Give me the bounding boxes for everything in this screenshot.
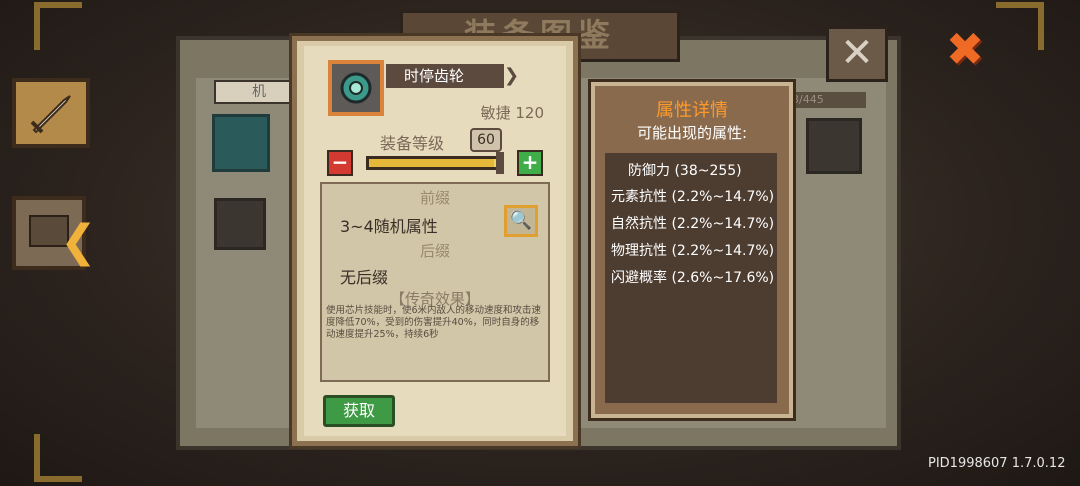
level-decrease-button[interactable]: − bbox=[327, 150, 353, 176]
chevron-left-icon[interactable]: ❮ bbox=[60, 220, 97, 264]
attribute-panel-title: 属性详情 bbox=[656, 100, 728, 121]
attribute-row: 闪避概率 (2.6%~17.6%) bbox=[611, 270, 775, 286]
gear-slot-2[interactable] bbox=[214, 198, 266, 250]
attribute-panel-subtitle: 可能出现的属性: bbox=[636, 124, 748, 142]
level-increase-button[interactable]: + bbox=[517, 150, 543, 176]
ribbon-tip-icon: ❯ bbox=[504, 65, 520, 86]
item-icon-frame bbox=[328, 60, 384, 116]
close-button[interactable]: ✕ bbox=[826, 26, 888, 82]
gear-slot-1[interactable] bbox=[212, 114, 270, 172]
magnifier-button[interactable]: 🔍 bbox=[504, 205, 538, 237]
level-value: 60 bbox=[470, 128, 502, 152]
suffix-text: 无后缀 bbox=[340, 268, 389, 287]
gear-icon bbox=[340, 72, 372, 104]
version-label: PID1998607 1.7.0.12 bbox=[928, 456, 1066, 471]
filter-chip[interactable]: 机 bbox=[214, 80, 294, 104]
x-icon: ✖ bbox=[945, 22, 985, 76]
agility-stat: 敏捷 120 bbox=[480, 104, 544, 122]
sword-icon bbox=[30, 95, 71, 134]
tab-weapons[interactable] bbox=[12, 78, 90, 148]
suffix-title: 后缀 bbox=[419, 242, 450, 260]
exit-button[interactable]: ✖ bbox=[944, 26, 986, 72]
attribute-row: 元素抗性 (2.2%~14.7%) bbox=[611, 189, 775, 205]
legend-effect-description: 使用芯片技能时，使6米内敌人的移动速度和攻击速度降低70%，受到的伤害提升40%… bbox=[326, 305, 542, 340]
x-icon: ✕ bbox=[840, 30, 874, 76]
frame-corner-top-right bbox=[996, 2, 1044, 50]
collection-count: 3/445 bbox=[786, 92, 866, 108]
attribute-row: 防御力 (38~255) bbox=[628, 163, 742, 179]
gear-slot-3[interactable] bbox=[806, 118, 862, 174]
attribute-row: 自然抗性 (2.2%~14.7%) bbox=[611, 216, 775, 232]
attribute-row: 物理抗性 (2.2%~14.7%) bbox=[611, 243, 775, 259]
item-name: 时停齿轮 bbox=[386, 64, 504, 88]
level-slider-fill bbox=[369, 159, 494, 167]
magnifier-icon: 🔍 bbox=[509, 210, 533, 231]
frame-corner-top-left bbox=[34, 2, 82, 50]
level-label: 装备等级 bbox=[380, 134, 445, 153]
level-slider-handle[interactable] bbox=[496, 152, 504, 174]
prefix-text: 3~4随机属性 bbox=[340, 217, 438, 236]
obtain-button[interactable]: 获取 bbox=[323, 395, 395, 427]
frame-corner-bottom-left bbox=[34, 434, 82, 482]
